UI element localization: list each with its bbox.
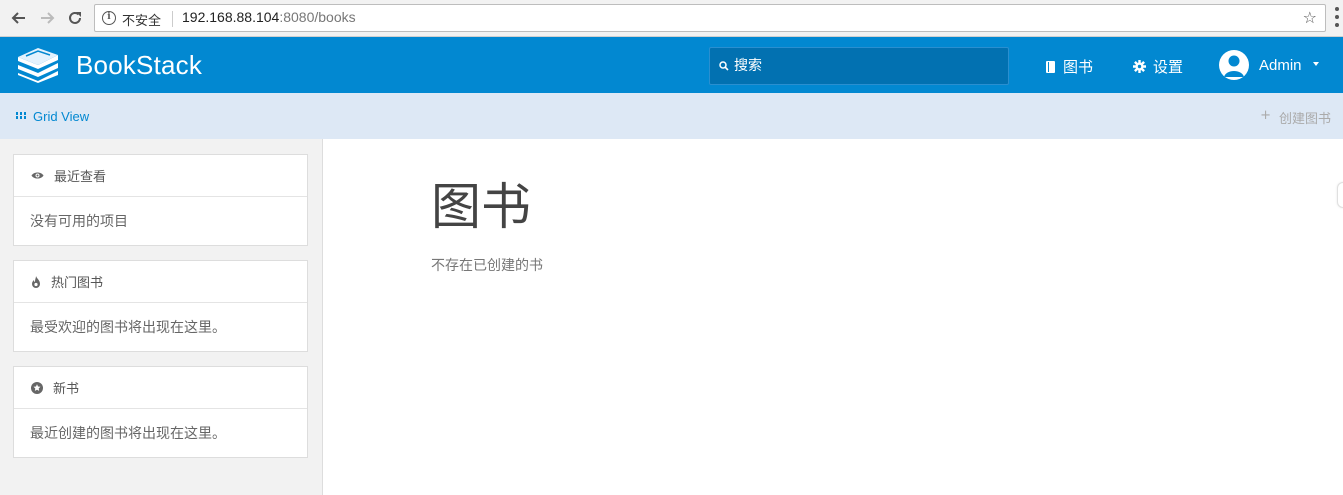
sidebar: 最近查看 没有可用的项目 热门图书 最受欢迎的图书将出现在这里。 新书 最近创建… xyxy=(0,139,323,495)
nav-books-label: 图书 xyxy=(1063,58,1094,76)
bookmark-star-icon[interactable]: ☆ xyxy=(1303,8,1317,27)
search-box[interactable] xyxy=(709,47,1009,85)
new-books-card: 新书 最近创建的图书将出现在这里。 xyxy=(13,366,308,458)
url-path: :8080/books xyxy=(279,9,356,25)
app-name[interactable]: BookStack xyxy=(76,50,202,81)
address-bar[interactable]: i 不安全 192.168.88.104:8080/books ☆ xyxy=(94,4,1326,32)
chevron-down-icon[interactable] xyxy=(1313,62,1319,66)
user-avatar[interactable] xyxy=(1219,50,1249,80)
popular-card-title: 热门图书 xyxy=(51,276,104,291)
user-icon xyxy=(1224,55,1244,77)
browser-toolbar: i 不安全 192.168.88.104:8080/books ☆ xyxy=(0,0,1343,37)
security-label[interactable]: 不安全 xyxy=(122,10,161,29)
browser-menu-icon[interactable] xyxy=(1335,7,1339,27)
omnibox-divider xyxy=(172,11,173,27)
info-icon[interactable]: i xyxy=(102,11,116,25)
grid-icon xyxy=(16,112,26,121)
side-scroll-handle[interactable] xyxy=(1337,182,1343,208)
new-books-card-body: 最近创建的图书将出现在这里。 xyxy=(30,426,226,442)
empty-state-text: 不存在已创建的书 xyxy=(431,258,543,274)
popular-card: 热门图书 最受欢迎的图书将出现在这里。 xyxy=(13,260,308,352)
recent-card-title: 最近查看 xyxy=(54,170,107,185)
eye-icon xyxy=(31,172,44,179)
app-header: BookStack 图书 设置 Admin xyxy=(0,37,1343,93)
nav-settings-link[interactable]: 设置 xyxy=(1133,56,1183,77)
reload-icon[interactable] xyxy=(64,7,86,29)
create-book-button[interactable]: + 创建图书 xyxy=(1260,108,1331,127)
plus-icon: + xyxy=(1260,108,1271,123)
popular-card-body: 最受欢迎的图书将出现在这里。 xyxy=(30,320,226,336)
url-text[interactable]: 192.168.88.104:8080/books xyxy=(182,9,356,25)
star-circle-icon xyxy=(31,381,43,394)
search-input[interactable] xyxy=(734,48,1004,84)
search-icon xyxy=(719,61,729,71)
nav-books-link[interactable]: 图书 xyxy=(1046,56,1093,77)
recent-card: 最近查看 没有可用的项目 xyxy=(13,154,308,246)
new-books-card-header: 新书 xyxy=(14,367,307,409)
forward-arrow-icon[interactable] xyxy=(36,7,58,29)
nav-settings-label: 设置 xyxy=(1153,58,1184,76)
fire-icon xyxy=(32,275,40,288)
user-name[interactable]: Admin xyxy=(1259,57,1302,74)
recent-card-body: 没有可用的项目 xyxy=(30,214,128,230)
recent-card-header: 最近查看 xyxy=(14,155,307,197)
new-books-card-title: 新书 xyxy=(53,382,80,397)
book-icon xyxy=(1046,60,1055,73)
grid-view-toggle[interactable]: Grid View xyxy=(16,109,89,124)
gear-icon xyxy=(1133,60,1146,73)
url-host: 192.168.88.104 xyxy=(182,9,280,25)
toolbar: Grid View + 创建图书 xyxy=(0,93,1343,139)
page-title: 图书 xyxy=(431,178,531,236)
grid-view-label: Grid View xyxy=(33,109,90,124)
popular-card-header: 热门图书 xyxy=(14,261,307,303)
create-book-label: 创建图书 xyxy=(1278,112,1331,127)
back-arrow-icon[interactable] xyxy=(8,7,30,29)
bookstack-logo-icon[interactable] xyxy=(16,47,60,83)
